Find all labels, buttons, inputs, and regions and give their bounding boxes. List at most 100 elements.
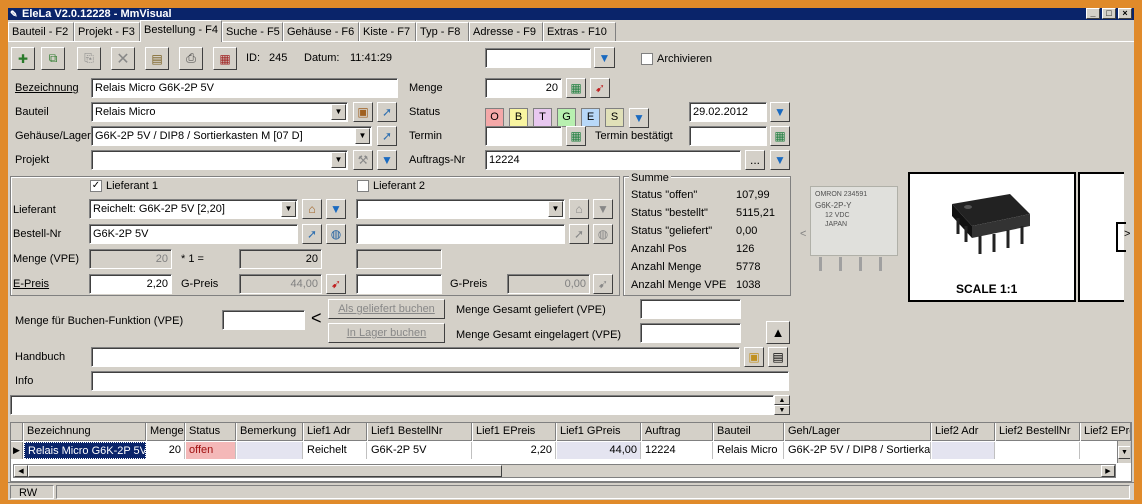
web2-icon[interactable]: ◍ [593,224,613,244]
status-filter-icon[interactable]: ▼ [629,108,649,128]
tab-suche[interactable]: Suche - F5 [222,22,283,41]
tab-kiste[interactable]: Kiste - F7 [359,22,416,41]
handbuch-open-icon[interactable]: ▤ [768,347,788,367]
menge-vpe-input[interactable]: 20 [89,249,172,269]
grid-cell[interactable]: Relais Micro [714,442,784,459]
lieferant1-checkbox[interactable]: ✓ [90,180,102,192]
status-o-button[interactable]: O [485,108,504,127]
termin-calendar-icon[interactable]: ▦ [566,126,586,146]
grid-cell[interactable]: G6K-2P 5V [368,442,472,459]
tab-adresse[interactable]: Adresse - F9 [469,22,543,41]
epreis2-action-icon[interactable]: ➹ [593,274,613,294]
handbuch-folder-icon[interactable]: ▣ [744,347,764,367]
goto-bauteil-icon[interactable]: ➚ [377,102,397,122]
quick-filter-input[interactable] [485,48,591,68]
grid-hscrollbar[interactable]: ◀ ▶ [13,464,1116,478]
grid-cell[interactable] [1081,442,1131,459]
gesamt-geliefert-input[interactable] [640,299,741,319]
grid-column-header[interactable]: Lief2 Adr [932,423,995,441]
status-e-button[interactable]: E [581,108,600,127]
tab-extras[interactable]: Extras - F10 [543,22,616,41]
lieferant2-home-icon[interactable]: ⌂ [569,199,589,219]
tab-bauteil[interactable]: Bauteil - F2 [8,22,74,41]
info-input[interactable] [91,371,789,391]
grid-column-header[interactable]: Geh/Lager [785,423,931,441]
lieferant2-filter-icon[interactable]: ▼ [593,199,613,219]
copy-icon[interactable]: ⧉ [41,47,65,70]
memo-scroll-down-icon[interactable]: ▼ [774,405,790,415]
scroll-right-icon[interactable]: ▶ [1101,465,1115,477]
gehaeuse-select[interactable]: G6K-2P 5V / DIP8 / Sortierkasten M [07 D… [91,126,372,146]
lieferant-home-icon[interactable]: ⌂ [302,199,322,219]
grid-cell[interactable]: 12224 [642,442,713,459]
memo-scroll-up-icon[interactable]: ▲ [774,395,790,405]
grid-column-header[interactable]: Bauteil [714,423,784,441]
maximize-button[interactable]: □ [1102,8,1116,19]
grid-column-header[interactable]: Bezeichnung [24,423,146,441]
als-geliefert-buchen-button[interactable]: Als geliefert buchen [328,299,445,319]
bestellnr2-goto-icon[interactable]: ➚ [569,224,589,244]
archivieren-checkbox[interactable] [641,53,653,65]
status-g-button[interactable]: G [557,108,576,127]
status-t-button[interactable]: T [533,108,552,127]
lieferant-filter-icon[interactable]: ▼ [326,199,346,219]
grid-column-header[interactable]: Lief1 Adr [304,423,367,441]
epreis-input[interactable]: 2,20 [89,274,172,294]
lieferant2-checkbox[interactable] [357,180,369,192]
status-b-button[interactable]: B [509,108,528,127]
grid-cell[interactable]: G6K-2P 5V / DIP8 / Sortierkas [785,442,931,459]
grid-cell[interactable] [237,442,303,459]
notes-icon[interactable]: ▤ [145,47,169,70]
grid-column-header[interactable]: Lief2 EPre [1081,423,1131,441]
lieferant2-select[interactable]: ▼ [356,199,565,219]
goto-gehaeuse-icon[interactable]: ➚ [377,126,397,146]
image-next-button[interactable]: > [1124,228,1130,240]
calculator-icon[interactable]: ▦ [566,78,586,98]
epreis2-input[interactable] [356,274,442,294]
menge-action-icon[interactable]: ➹ [590,78,610,98]
date-filter-icon[interactable]: ▼ [770,102,790,122]
grid-column-header[interactable]: Status [186,423,236,441]
epreis-action-icon[interactable]: ➹ [326,274,346,294]
bestellnr2-input[interactable] [356,224,565,244]
buchen-menge-input[interactable] [222,310,305,330]
close-button[interactable]: × [1118,8,1132,19]
grid-cell[interactable] [996,442,1080,459]
termin-bestaetigt-input[interactable] [689,126,767,146]
open-bauteil-icon[interactable]: ▣ [353,102,373,122]
bestellnr-input[interactable]: G6K-2P 5V [89,224,298,244]
grid-cell[interactable]: offen [186,442,236,459]
bestellnr-goto-icon[interactable]: ➚ [302,224,322,244]
grid-cell[interactable]: 44,00 [557,442,641,459]
chevron-down-icon[interactable]: ▼ [355,128,370,144]
lieferant-select[interactable]: Reichelt: G6K-2P 5V [2,20] ▼ [89,199,298,219]
gesamt-eingelagert-input[interactable] [640,323,741,343]
termin-input[interactable] [485,126,562,146]
projekt-tool-icon[interactable]: ⚒ [353,150,373,170]
chevron-down-icon[interactable]: ▼ [281,201,296,217]
handbuch-input[interactable] [91,347,740,367]
grid-column-header[interactable]: Auftrag [642,423,713,441]
collapse-up-icon[interactable]: ▲ [766,321,790,344]
grid-column-header[interactable]: Menge [147,423,185,441]
chevron-down-icon[interactable]: ▼ [331,104,346,120]
delete-icon[interactable]: ✕ [111,47,135,70]
tab-typ[interactable]: Typ - F8 [416,22,469,41]
paste-icon[interactable]: ⎘ [77,47,101,70]
bezeichnung-input[interactable]: Relais Micro G6K-2P 5V [91,78,398,98]
grid-column-header[interactable]: Lief2 BestellNr [996,423,1080,441]
grid-cell[interactable]: Reichelt [304,442,367,459]
web-icon[interactable]: ◍ [326,224,346,244]
print-icon[interactable]: ⎙ [179,47,203,70]
auftrags-input[interactable]: 12224 [485,150,741,170]
tab-projekt[interactable]: Projekt - F3 [74,22,140,41]
chevron-down-icon[interactable]: ▼ [331,152,346,168]
termin-bestaetigt-calendar-icon[interactable]: ▦ [770,126,790,146]
grid-column-header[interactable]: Lief1 EPreis [473,423,556,441]
tab-gehaeuse[interactable]: Gehäuse - F6 [283,22,359,41]
scroll-thumb[interactable] [28,465,502,477]
grid-cell[interactable]: Relais Micro G6K-2P 5V [24,442,146,459]
auftrags-browse-button[interactable]: ... [745,150,765,170]
grid-cell[interactable]: 2,20 [473,442,556,459]
projekt-filter-icon[interactable]: ▼ [377,150,397,170]
